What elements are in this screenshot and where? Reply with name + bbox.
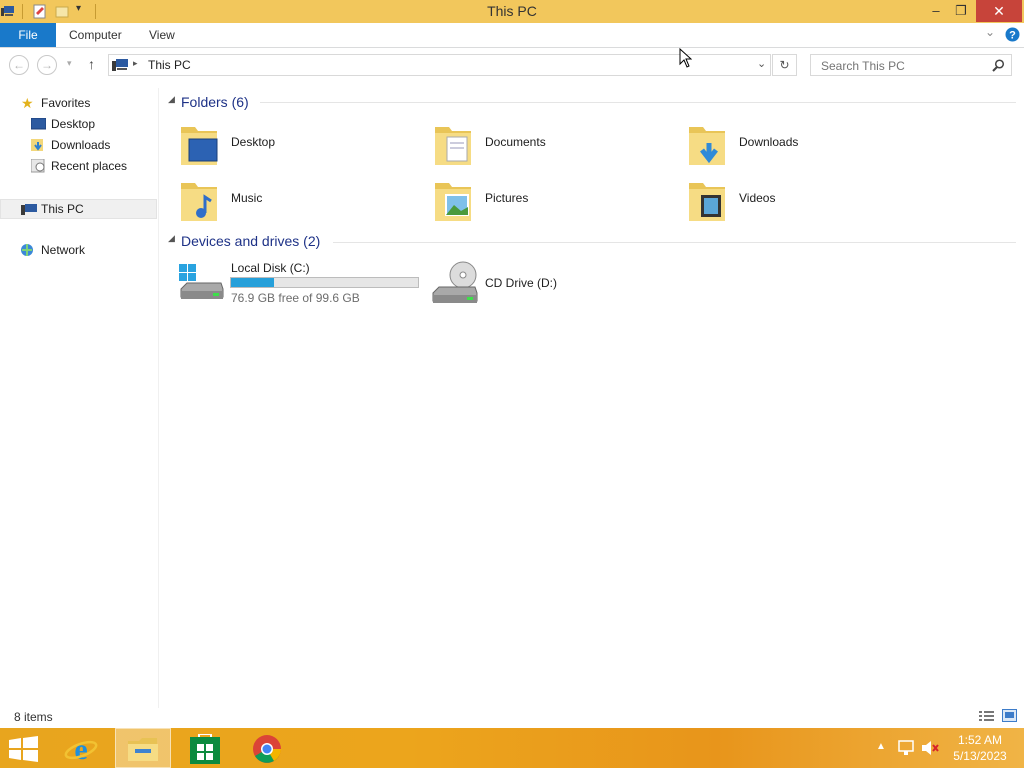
search-box[interactable]	[810, 54, 1012, 76]
restore-button[interactable]: ❐	[950, 0, 972, 22]
drive-c[interactable]: Local Disk (C:) 76.9 GB free of 99.6 GB	[177, 259, 422, 309]
downloads-icon	[31, 139, 43, 151]
breadcrumb[interactable]: This PC	[148, 58, 191, 72]
breadcrumb-separator-icon[interactable]: ▸	[133, 58, 138, 69]
title-bar: ▾ This PC – ❐ ✕	[0, 0, 1024, 23]
desktop-icon	[31, 118, 46, 130]
windows-start-icon[interactable]	[9, 736, 38, 762]
cd-drive-icon	[432, 261, 478, 303]
status-item-count: 8 items	[14, 710, 53, 724]
help-icon[interactable]: ?	[1005, 27, 1020, 42]
svg-text:?: ?	[1009, 30, 1016, 42]
clock-time: 1:52 AM	[957, 733, 1003, 747]
documents-folder-icon	[435, 127, 471, 165]
folder-pictures[interactable]: Pictures	[433, 173, 683, 225]
taskbar: e ▲ 1:52 AM 5/13/2023	[0, 728, 1024, 768]
search-icon[interactable]	[992, 59, 1005, 72]
nav-favorites[interactable]: ★ Favorites	[0, 93, 157, 113]
divider	[333, 242, 1016, 243]
large-icons-view-icon[interactable]	[1002, 709, 1017, 722]
chrome-icon[interactable]	[252, 734, 282, 764]
folder-downloads[interactable]: Downloads	[687, 117, 937, 169]
hard-drive-icon	[179, 264, 224, 299]
back-button[interactable]: ←	[9, 55, 29, 75]
nav-item-desktop[interactable]: Desktop	[0, 114, 157, 134]
up-button[interactable]: ↑	[88, 56, 95, 72]
tab-computer[interactable]: Computer	[69, 23, 122, 47]
desktop-folder-icon	[181, 127, 218, 165]
drive-c-free-space: 76.9 GB free of 99.6 GB	[231, 291, 360, 305]
network-icon	[21, 244, 33, 256]
network-status-icon[interactable]	[897, 740, 915, 756]
window-title: This PC	[487, 3, 537, 19]
divider	[260, 102, 1016, 103]
collapse-folders-icon[interactable]: ◢	[168, 94, 175, 105]
nav-item-downloads[interactable]: Downloads	[0, 135, 157, 155]
close-button[interactable]: ✕	[976, 0, 1022, 22]
clock[interactable]: 1:52 AM 5/13/2023	[944, 732, 1016, 764]
refresh-button[interactable]: ↻	[772, 54, 797, 76]
volume-muted-icon[interactable]	[921, 740, 939, 756]
folders-group-header[interactable]: Folders (6)	[181, 94, 249, 110]
chevron-down-icon[interactable]: ⌄	[985, 25, 995, 39]
cursor-icon	[679, 48, 692, 68]
folder-music[interactable]: Music	[179, 173, 429, 225]
folder-videos[interactable]: Videos	[687, 173, 937, 225]
computer-icon	[112, 59, 128, 71]
nav-network[interactable]: Network	[0, 240, 157, 260]
clock-date: 5/13/2023	[953, 749, 1007, 763]
drive-d-label: CD Drive (D:)	[485, 276, 557, 290]
nav-this-pc[interactable]: This PC	[0, 199, 157, 219]
forward-button[interactable]: →	[37, 55, 57, 75]
recent-places-icon	[31, 159, 45, 173]
internet-explorer-icon[interactable]: e	[64, 732, 98, 765]
divider	[158, 88, 159, 708]
minimize-button[interactable]: –	[925, 0, 947, 22]
star-icon: ★	[21, 95, 34, 111]
navigation-pane: ★ Favorites Desktop Downloads Recent pla…	[0, 88, 158, 708]
tab-view[interactable]: View	[149, 23, 175, 47]
show-hidden-icons-icon[interactable]: ▲	[876, 741, 886, 752]
collapse-devices-icon[interactable]: ◢	[168, 233, 175, 244]
folder-desktop[interactable]: Desktop	[179, 117, 429, 169]
address-bar[interactable]: ▸ This PC ⌄	[108, 54, 771, 76]
svg-text:e: e	[74, 733, 87, 765]
drive-usage-fill	[231, 278, 274, 287]
file-explorer-icon	[128, 738, 158, 761]
details-view-icon[interactable]	[979, 710, 994, 722]
videos-folder-icon	[689, 183, 725, 221]
folder-documents[interactable]: Documents	[433, 117, 683, 169]
taskbar-file-explorer[interactable]	[115, 728, 171, 768]
ribbon-tabs: File Computer View ⌄ ?	[0, 23, 1024, 48]
nav-item-recent-places[interactable]: Recent places	[0, 156, 157, 176]
drive-usage-bar	[230, 277, 419, 288]
store-icon[interactable]	[190, 734, 220, 764]
drive-c-label: Local Disk (C:)	[231, 261, 310, 275]
drive-d[interactable]: CD Drive (D:)	[431, 259, 676, 309]
recent-locations-icon[interactable]: ▾	[67, 58, 72, 69]
computer-icon	[21, 204, 37, 215]
devices-group-header[interactable]: Devices and drives (2)	[181, 233, 320, 249]
address-dropdown-icon[interactable]: ⌄	[757, 57, 766, 70]
downloads-folder-icon	[689, 127, 725, 165]
pictures-folder-icon	[435, 183, 471, 221]
search-input[interactable]	[819, 58, 993, 74]
music-folder-icon	[181, 183, 217, 221]
tab-file[interactable]: File	[0, 23, 56, 47]
